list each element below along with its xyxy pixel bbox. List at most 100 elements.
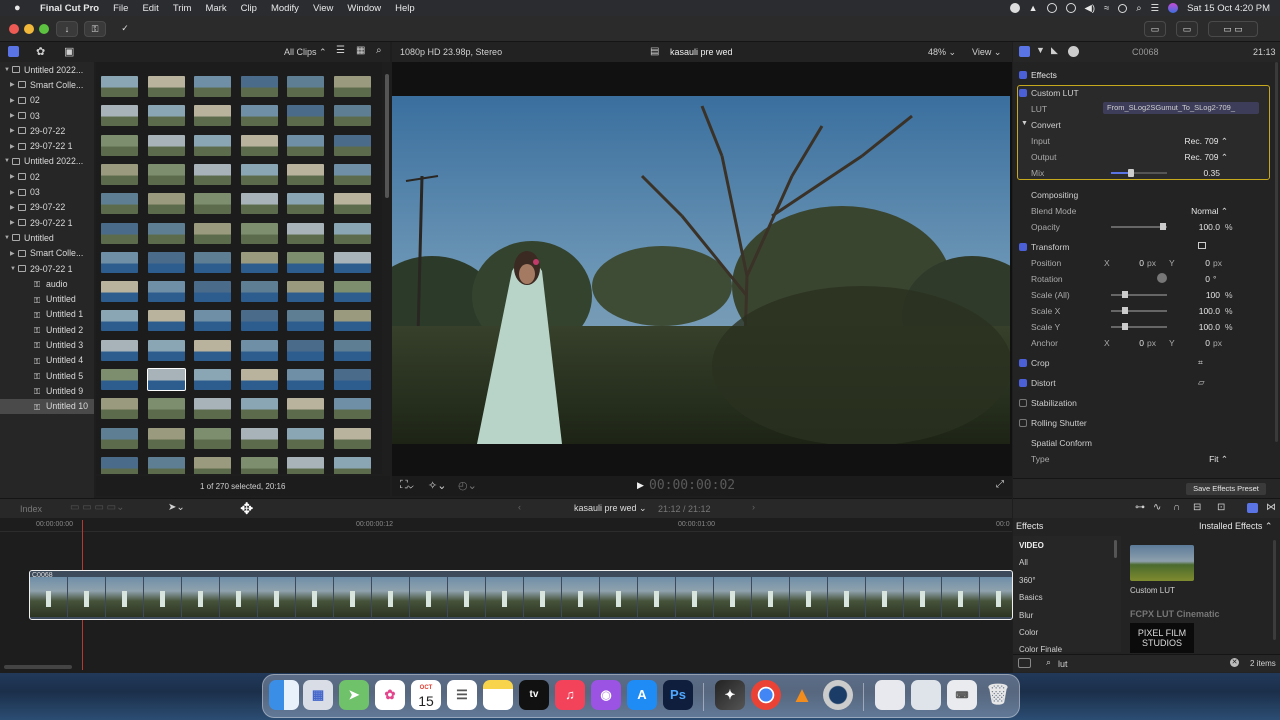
sidebar-item[interactable]: ▶ 02: [0, 169, 94, 184]
clip-thumbnail[interactable]: [194, 251, 231, 273]
scale-x-value[interactable]: 100.0: [1199, 306, 1220, 316]
effects-category-item[interactable]: Color Finale: [1019, 645, 1062, 652]
clip-thumbnail[interactable]: [333, 427, 371, 449]
sidebar-item[interactable]: ▼ Untitled: [0, 230, 94, 245]
browser-scrollbar[interactable]: [385, 74, 389, 198]
crop-onscreen-icon[interactable]: ⌗: [1198, 357, 1203, 368]
disclosure-closed-icon[interactable]: ▶: [10, 204, 18, 211]
close-button[interactable]: [9, 24, 19, 34]
workspace-button[interactable]: ▭ ▭: [1208, 21, 1258, 37]
clip-thumbnail[interactable]: [287, 398, 324, 420]
effects-browser-icon[interactable]: [1247, 503, 1258, 513]
clip-thumbnail[interactable]: [147, 105, 185, 127]
disclosure-closed-icon[interactable]: ▶: [10, 112, 18, 119]
wifi-icon[interactable]: ≈: [1104, 3, 1109, 14]
share-button[interactable]: ▭: [1176, 21, 1198, 37]
disclosure-closed-icon[interactable]: ▶: [10, 143, 18, 150]
clip-thumbnail[interactable]: [287, 193, 324, 215]
pixel-film-thumb[interactable]: PIXEL FILM STUDIOS: [1130, 623, 1194, 653]
clip-thumbnail[interactable]: [147, 427, 185, 449]
clip-thumbnail[interactable]: [101, 456, 138, 474]
convert-row[interactable]: ▼ Convert: [1013, 118, 1280, 134]
video-frame[interactable]: [392, 96, 1010, 444]
clip-thumbnail[interactable]: [101, 222, 138, 244]
clip-thumbnail[interactable]: [101, 251, 138, 273]
clip-thumbnail[interactable]: [287, 456, 324, 474]
disclosure-open-icon[interactable]: ▼: [4, 235, 12, 241]
titles-icon[interactable]: ▣: [64, 45, 74, 58]
vlc-icon[interactable]: ▲: [787, 680, 817, 710]
scale-y-value[interactable]: 100.0: [1199, 322, 1220, 332]
disclosure-closed-icon[interactable]: ▶: [10, 250, 18, 257]
clock-text[interactable]: Sat 15 Oct 4:20 PM: [1187, 3, 1270, 14]
apple-tv-icon[interactable]: tv: [519, 680, 549, 710]
quicktime-icon[interactable]: [823, 680, 853, 710]
menu-help[interactable]: Help: [395, 3, 415, 14]
clip-thumbnail[interactable]: [240, 281, 278, 303]
clip-thumbnail[interactable]: [240, 251, 278, 273]
clip-thumbnail[interactable]: [101, 193, 138, 215]
effects-sidebar-toggle-icon[interactable]: [1018, 658, 1031, 668]
effects-scrollbar[interactable]: [1273, 540, 1276, 640]
sidebar-item[interactable]: ⚿ Untitled 3: [0, 337, 94, 352]
crop-row[interactable]: Crop ⌗: [1013, 356, 1280, 372]
keyboard-stack-icon[interactable]: ⌨: [947, 680, 977, 710]
effect-name-custom-lut[interactable]: Custom LUT: [1130, 586, 1175, 595]
zoom-dropdown[interactable]: 48% ⌄: [928, 47, 956, 58]
user-icon[interactable]: [1118, 3, 1128, 13]
timeline-clip[interactable]: C0068: [29, 570, 1013, 620]
anchor-x-value[interactable]: 0: [1139, 338, 1144, 348]
stabilization-row[interactable]: Stabilization: [1013, 396, 1280, 412]
clip-thumbnail[interactable]: [333, 456, 371, 474]
final-cut-pro-icon[interactable]: ✦: [715, 680, 745, 710]
custom-lut-checkbox[interactable]: [1019, 89, 1027, 97]
reminders-icon[interactable]: ☰: [447, 680, 477, 710]
clip-thumbnail[interactable]: [194, 76, 231, 97]
clip-thumbnail[interactable]: [101, 369, 138, 390]
history-back-icon[interactable]: ‹: [518, 502, 521, 512]
skimming-icon[interactable]: ⊡: [1217, 502, 1225, 513]
podcasts-icon[interactable]: ◉: [591, 680, 621, 710]
clip-thumbnail[interactable]: [287, 134, 324, 156]
search-icon[interactable]: ⌕: [376, 45, 382, 56]
clip-thumbnail[interactable]: [240, 222, 278, 244]
select-tool-icon[interactable]: ➤⌄: [168, 502, 185, 513]
clip-thumbnail[interactable]: [240, 369, 278, 390]
opacity-slider-knob[interactable]: [1160, 223, 1166, 230]
clip-thumbnail[interactable]: [240, 76, 278, 97]
scale-y-slider[interactable]: [1111, 326, 1167, 328]
fullscreen-icon[interactable]: ⤢: [996, 479, 1004, 490]
sidebar-item[interactable]: ▶ 29-07-22 1: [0, 138, 94, 153]
effects-category-item[interactable]: 360°: [1019, 576, 1036, 585]
clip-thumbnail[interactable]: [287, 105, 324, 127]
photoshop-icon[interactable]: Ps: [663, 680, 693, 710]
disclosure-closed-icon[interactable]: ▶: [10, 219, 18, 226]
edit-tools-icon[interactable]: ▭ ▭ ▭ ▭⌄: [70, 502, 125, 513]
clip-thumbnail[interactable]: [333, 251, 371, 273]
enhance-icon[interactable]: ✧⌄: [428, 479, 446, 492]
opacity-slider[interactable]: [1111, 226, 1167, 228]
stabilization-checkbox[interactable]: [1019, 399, 1027, 407]
clip-thumbnail[interactable]: [333, 339, 371, 361]
zoom-button[interactable]: [39, 24, 49, 34]
clip-thumbnail[interactable]: [240, 193, 278, 215]
clip-thumbnail[interactable]: [287, 163, 324, 185]
sidebar-item[interactable]: ⚿ Untitled 1: [0, 307, 94, 322]
sidebar-item[interactable]: ⚿ Untitled 9: [0, 383, 94, 398]
position-y-value[interactable]: 0: [1205, 258, 1210, 268]
category-scrollbar[interactable]: [1114, 540, 1117, 558]
mix-slider-knob[interactable]: [1127, 169, 1134, 177]
sidebar-item[interactable]: ⚿ Untitled 4: [0, 353, 94, 368]
menu-file[interactable]: File: [113, 3, 128, 14]
play-icon[interactable]: [1065, 3, 1076, 13]
video-inspector-icon[interactable]: [1019, 46, 1030, 57]
mix-slider[interactable]: [1111, 169, 1167, 177]
record-icon[interactable]: [1009, 3, 1020, 13]
scale-x-slider[interactable]: [1111, 310, 1167, 312]
effects-category-item[interactable]: Color: [1019, 628, 1038, 637]
sidebar-item[interactable]: ⚿ audio: [0, 276, 94, 291]
audio-inspector-icon[interactable]: ◣: [1051, 45, 1058, 56]
clip-thumbnail[interactable]: [194, 310, 231, 332]
transitions-icon[interactable]: ⋈: [1266, 502, 1276, 513]
sidebar-item[interactable]: ▶ 29-07-22: [0, 200, 94, 215]
